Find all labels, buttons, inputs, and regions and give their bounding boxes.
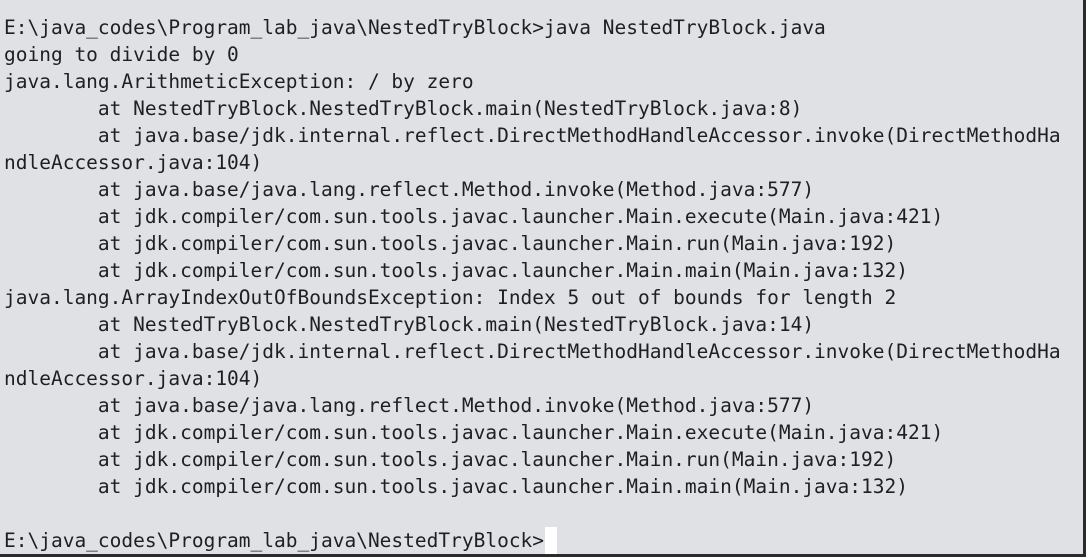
prompt-line[interactable]: E:\java_codes\Program_lab_java\NestedTry… bbox=[4, 527, 1083, 554]
stack-trace-line: at java.base/jdk.internal.reflect.Direct… bbox=[4, 340, 1061, 363]
stack-trace-line: at NestedTryBlock.NestedTryBlock.main(Ne… bbox=[4, 97, 803, 120]
prompt-text: E:\java_codes\Program_lab_java\NestedTry… bbox=[4, 529, 545, 552]
stack-trace-line: at jdk.compiler/com.sun.tools.javac.laun… bbox=[4, 475, 908, 498]
output-line: going to divide by 0 bbox=[4, 43, 239, 66]
stack-trace-line: ndleAccessor.java:104) bbox=[4, 151, 263, 174]
stack-trace-line: ndleAccessor.java:104) bbox=[4, 367, 263, 390]
text-cursor bbox=[545, 527, 558, 554]
stack-trace-line: at NestedTryBlock.NestedTryBlock.main(Ne… bbox=[4, 313, 815, 336]
exception-line: java.lang.ArithmeticException: / by zero bbox=[4, 70, 474, 93]
stack-trace-line: at jdk.compiler/com.sun.tools.javac.laun… bbox=[4, 421, 944, 444]
exception-line: java.lang.ArrayIndexOutOfBoundsException… bbox=[4, 286, 897, 309]
stack-trace-line: at java.base/java.lang.reflect.Method.in… bbox=[4, 178, 815, 201]
stack-trace-line: at jdk.compiler/com.sun.tools.javac.laun… bbox=[4, 259, 908, 282]
stack-trace-line: at jdk.compiler/com.sun.tools.javac.laun… bbox=[4, 205, 944, 228]
stack-trace-line: at java.base/jdk.internal.reflect.Direct… bbox=[4, 124, 1061, 147]
command-line: E:\java_codes\Program_lab_java\NestedTry… bbox=[4, 16, 826, 39]
stack-trace-line: at jdk.compiler/com.sun.tools.javac.laun… bbox=[4, 232, 897, 255]
terminal-window[interactable]: E:\java_codes\Program_lab_java\NestedTry… bbox=[0, 0, 1086, 557]
stack-trace-line: at jdk.compiler/com.sun.tools.javac.laun… bbox=[4, 448, 897, 471]
stack-trace-line: at java.base/java.lang.reflect.Method.in… bbox=[4, 394, 815, 417]
